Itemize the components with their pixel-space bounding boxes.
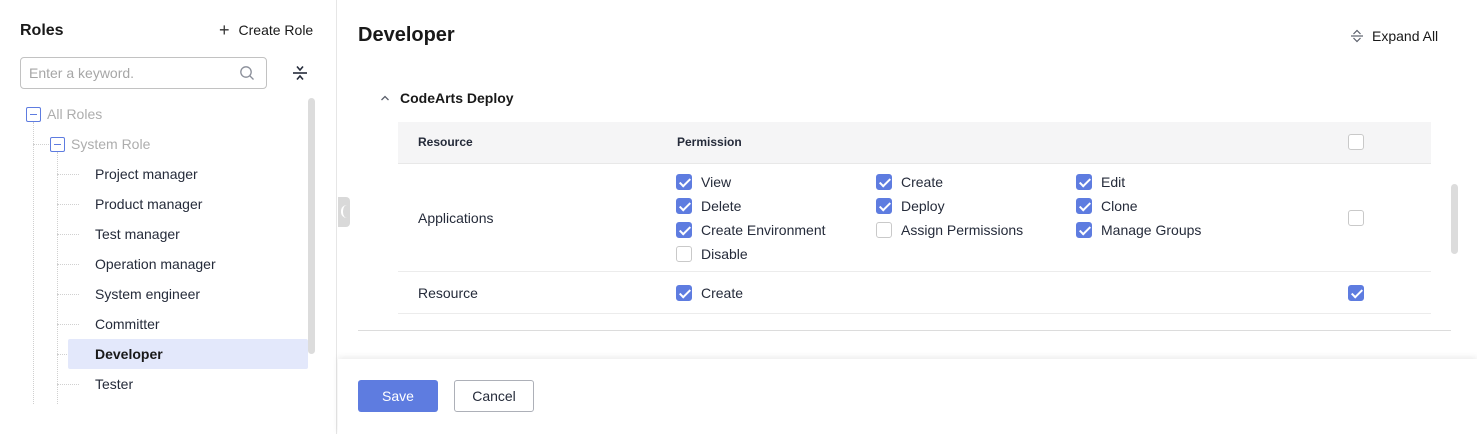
expand-all-button[interactable]: Expand All	[1350, 28, 1438, 44]
tree-node-label: All Roles	[47, 106, 103, 122]
checkbox[interactable]	[676, 246, 692, 262]
checkbox[interactable]	[676, 198, 692, 214]
permission-label: Delete	[701, 198, 742, 214]
permission-label: Create	[901, 174, 944, 190]
permission-disable[interactable]: Disable	[676, 244, 748, 264]
permission-label: Assign Permissions	[901, 222, 1024, 238]
column-header-permission: Permission	[677, 135, 742, 149]
tree-node-label: System Role	[71, 136, 151, 152]
row-select-checkbox-resource[interactable]	[1348, 285, 1364, 301]
tree-item-project-manager[interactable]: Project manager	[68, 159, 308, 189]
tree-item-committer[interactable]: Committer	[68, 309, 308, 339]
permission-label: Edit	[1101, 174, 1126, 190]
row-divider	[398, 271, 1431, 272]
checkbox[interactable]	[676, 174, 692, 190]
permission-label: Clone	[1101, 198, 1138, 214]
row-label-resource: Resource	[418, 285, 478, 301]
section-title: CodeArts Deploy	[400, 90, 514, 106]
action-footer: Save Cancel	[338, 359, 1477, 434]
permission-create-environment[interactable]: Create Environment	[676, 220, 826, 240]
permission-assign-permissions[interactable]: Assign Permissions	[876, 220, 1023, 240]
row-divider	[398, 313, 1431, 314]
search-box	[20, 57, 267, 89]
permission-manage-groups[interactable]: Manage Groups	[1076, 220, 1201, 240]
checkbox[interactable]	[876, 174, 892, 190]
permission-label: Deploy	[901, 198, 945, 214]
checkbox[interactable]	[876, 222, 892, 238]
checkbox[interactable]	[876, 198, 892, 214]
section-header-codearts-deploy[interactable]: CodeArts Deploy	[380, 90, 514, 106]
checkbox[interactable]	[676, 222, 692, 238]
checkbox[interactable]	[1076, 222, 1092, 238]
tree-item-developer[interactable]: Developer	[68, 339, 308, 369]
page-title: Developer	[358, 24, 455, 46]
sidebar-title: Roles	[20, 22, 64, 39]
tree-node-all-roles[interactable]: All Roles	[26, 99, 102, 129]
create-role-label: Create Role	[238, 22, 314, 38]
search-icon[interactable]	[239, 65, 255, 81]
permission-edit[interactable]: Edit	[1076, 172, 1125, 192]
collapse-node-icon[interactable]	[50, 136, 65, 152]
permission-label: Manage Groups	[1101, 222, 1202, 238]
select-all-checkbox[interactable]	[1348, 134, 1364, 150]
permission-resource-create[interactable]: Create	[676, 283, 743, 303]
row-select-checkbox-applications[interactable]	[1348, 210, 1364, 226]
create-role-button[interactable]: + Create Role	[219, 20, 314, 40]
role-tree: All Roles System Role Project manager Pr…	[20, 98, 310, 404]
roles-sidebar: Roles + Create Role All Roles	[0, 0, 337, 434]
permission-create[interactable]: Create	[876, 172, 943, 192]
permission-label: Create	[701, 285, 744, 301]
checkbox[interactable]	[1076, 198, 1092, 214]
sidebar-scrollbar[interactable]	[308, 98, 315, 354]
tree-guide-line	[33, 122, 34, 404]
collapse-all-icon[interactable]	[291, 64, 309, 82]
tree-node-system-role[interactable]: System Role	[50, 129, 150, 159]
permission-table-header: Resource Permission	[398, 122, 1431, 164]
tree-item-product-manager[interactable]: Product manager	[68, 189, 308, 219]
tree-guide-line	[57, 152, 58, 404]
expand-icon	[1351, 29, 1363, 43]
permission-label: Disable	[701, 246, 748, 262]
permission-delete[interactable]: Delete	[676, 196, 741, 216]
permission-label: Create Environment	[701, 222, 826, 238]
permission-view[interactable]: View	[676, 172, 731, 192]
plus-icon: +	[219, 20, 230, 40]
checkbox[interactable]	[676, 285, 692, 301]
sidebar-toggle-handle[interactable]	[338, 197, 350, 227]
save-button[interactable]: Save	[358, 380, 438, 412]
main-scrollbar[interactable]	[1451, 184, 1458, 254]
permission-deploy[interactable]: Deploy	[876, 196, 945, 216]
tree-item-test-manager[interactable]: Test manager	[68, 219, 308, 249]
column-header-resource: Resource	[418, 135, 473, 149]
permission-label: View	[701, 174, 732, 190]
search-input[interactable]	[29, 59, 239, 87]
tree-guide-line	[33, 144, 49, 145]
collapse-node-icon[interactable]	[26, 106, 41, 122]
section-divider	[358, 330, 1451, 331]
expand-all-label: Expand All	[1372, 28, 1439, 44]
tree-item-tester[interactable]: Tester	[68, 369, 308, 399]
cancel-button[interactable]: Cancel	[454, 380, 534, 412]
chevron-up-icon	[381, 95, 389, 101]
checkbox[interactable]	[1076, 174, 1092, 190]
permission-clone[interactable]: Clone	[1076, 196, 1138, 216]
row-label-applications: Applications	[418, 210, 494, 226]
tree-item-system-engineer[interactable]: System engineer	[68, 279, 308, 309]
tree-item-operation-manager[interactable]: Operation manager	[68, 249, 308, 279]
